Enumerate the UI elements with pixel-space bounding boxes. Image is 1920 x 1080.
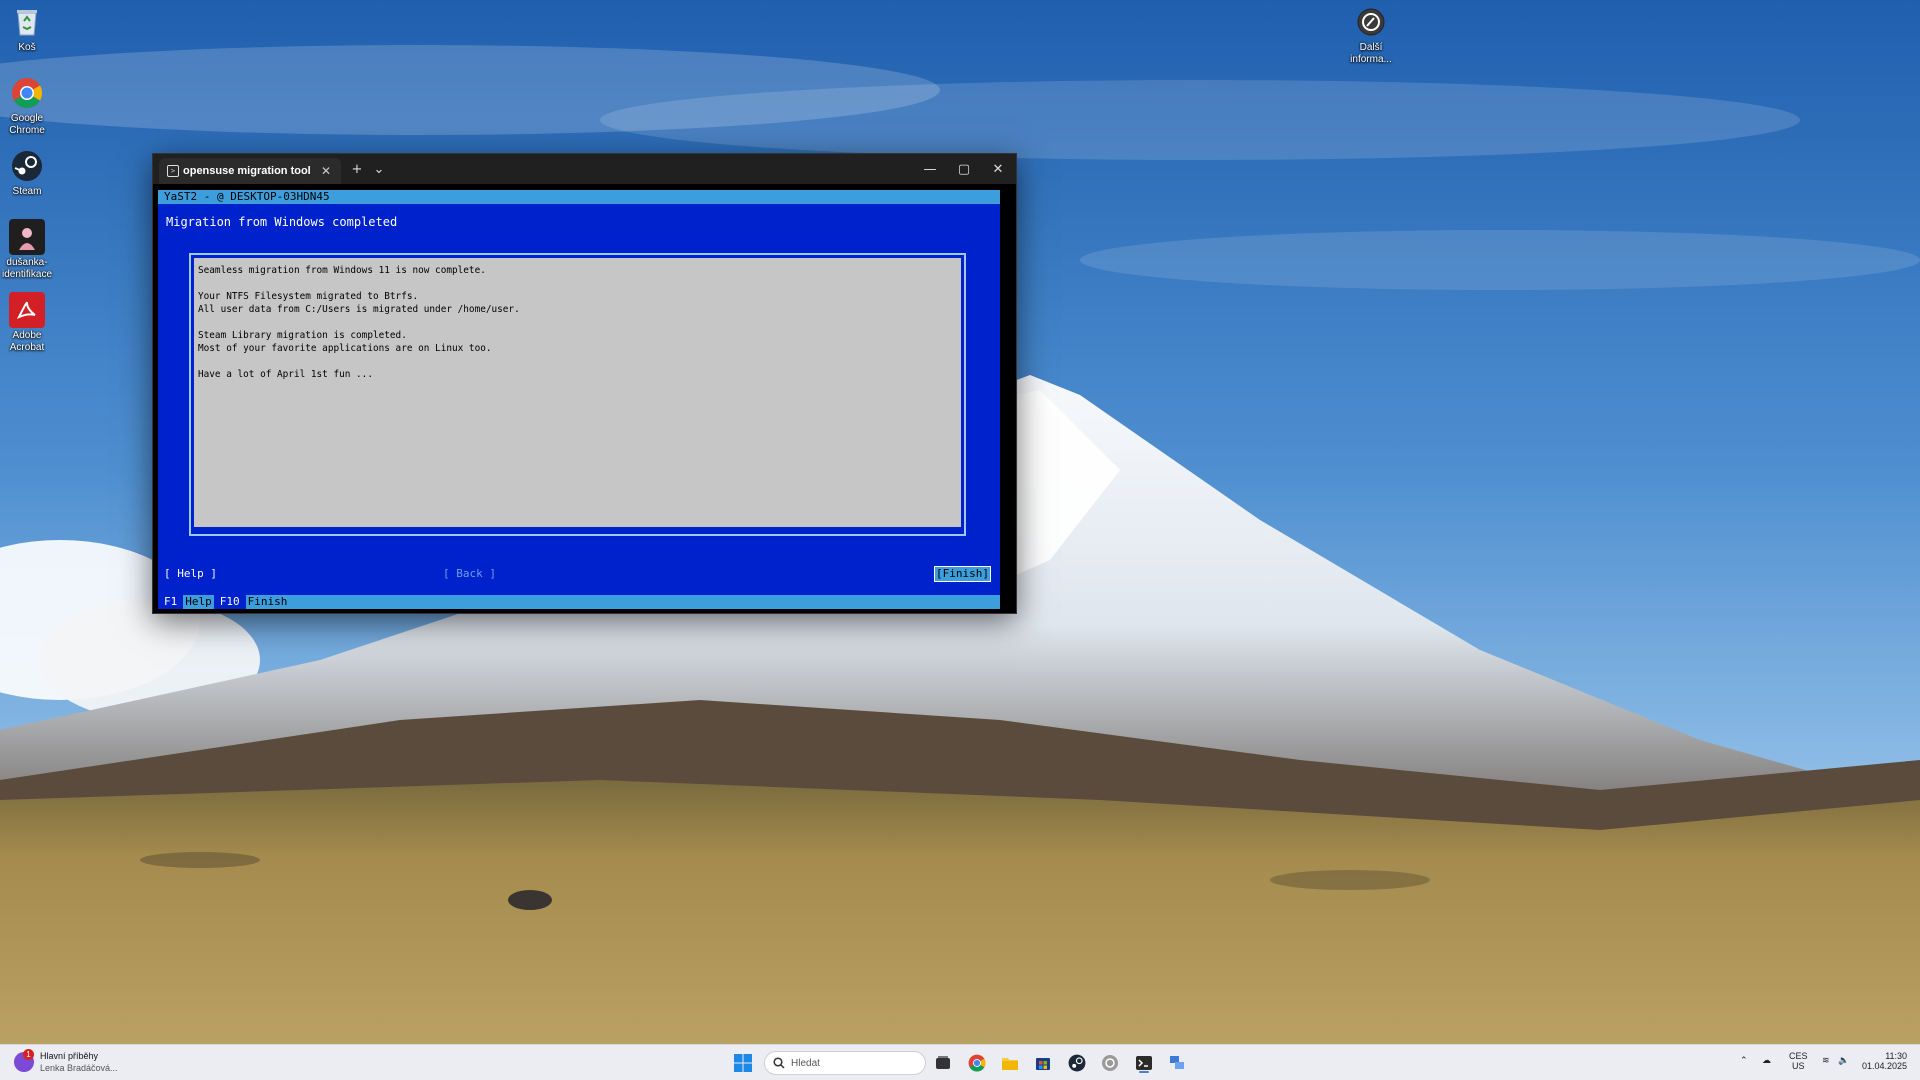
desktop-icon-label: Google Chrome <box>9 113 45 136</box>
desktop-icon-label: Další informa... <box>1350 42 1392 65</box>
terminal-tab[interactable]: > opensuse migration tool ✕ <box>159 158 341 184</box>
image-file-icon <box>9 219 45 255</box>
finish-button[interactable]: [Finish] <box>934 566 991 582</box>
yast-screen: YaST2 - @ DESKTOP-03HDN45 Migration from… <box>158 190 1000 609</box>
maximize-button[interactable]: ▢ <box>947 154 981 184</box>
windows-icon <box>734 1054 752 1072</box>
folder-icon <box>1002 1058 1018 1070</box>
taskbar-steam[interactable] <box>1065 1051 1089 1075</box>
taskbar-file-explorer[interactable] <box>998 1051 1022 1075</box>
network-tool-icon <box>1170 1056 1184 1069</box>
yast-function-key-bar: F1 Help F10 Finish <box>158 595 1000 609</box>
terminal-icon: > <box>167 165 179 177</box>
minimize-button[interactable]: — <box>913 154 947 184</box>
keyboard-layout-indicator[interactable]: CES US <box>1789 1051 1808 1071</box>
start-button[interactable] <box>731 1051 755 1075</box>
message-line: All user data from C:/Users is migrated … <box>198 304 520 315</box>
news-icon: 1 <box>14 1049 34 1072</box>
message-line: Steam Library migration is completed. <box>198 330 407 341</box>
tab-close-button[interactable]: ✕ <box>319 164 333 178</box>
store-icon <box>1036 1058 1050 1070</box>
taskbar-chrome[interactable] <box>965 1051 989 1075</box>
new-tab-button[interactable]: + <box>347 159 367 179</box>
f10-key[interactable]: F10 <box>213 595 246 609</box>
news-badge: 1 <box>23 1049 34 1060</box>
message-line: Most of your favorite applications are o… <box>198 343 492 354</box>
taskbar-search[interactable]: Hledat <box>764 1051 926 1075</box>
desktop-icon-label: Adobe Acrobat <box>9 330 45 353</box>
taskbar-store[interactable] <box>1031 1051 1055 1075</box>
wifi-icon[interactable]: ≋ <box>1822 1055 1830 1065</box>
taskbar: 1 Hlavní příběhy Lenka Bradáčová... Hled… <box>0 1044 1920 1080</box>
message-line: Have a lot of April 1st fun ... <box>198 369 373 380</box>
desktop-icon-more-info[interactable]: Další informa... <box>1339 4 1403 66</box>
steam-icon <box>9 148 45 184</box>
onedrive-icon[interactable]: ☁ <box>1762 1055 1771 1065</box>
yast-message-text: Seamless migration from Windows 11 is no… <box>194 258 961 531</box>
news-widget[interactable]: 1 Hlavní příběhy Lenka Bradáčová... <box>14 1049 118 1074</box>
task-view-icon <box>936 1056 950 1069</box>
search-placeholder: Hledat <box>791 1057 820 1069</box>
recycle-bin-icon <box>9 4 45 40</box>
message-line: Seamless migration from Windows 11 is no… <box>198 265 486 276</box>
chrome-icon <box>9 75 45 111</box>
volume-icon[interactable]: 🔈 <box>1838 1055 1849 1065</box>
message-line <box>198 316 957 329</box>
desktop-icon-document[interactable]: dušanka- identifikace <box>0 219 59 281</box>
desktop-icon-label: dušanka- identifikace <box>1 257 53 280</box>
back-button[interactable]: [ Back ] <box>443 567 496 581</box>
message-line: Your NTFS Filesystem migrated to Btrfs. <box>198 291 419 302</box>
language-label: CES <box>1789 1051 1808 1061</box>
taskbar-task-view[interactable] <box>931 1051 955 1075</box>
desktop-icon-chrome[interactable]: Google Chrome <box>0 75 59 137</box>
f1-key[interactable]: F1 <box>158 595 184 609</box>
info-icon <box>1353 4 1389 40</box>
news-title: Hlavní příběhy <box>40 1051 99 1061</box>
desktop-icon-steam[interactable]: Steam <box>0 148 59 198</box>
help-button[interactable]: [ Help ] <box>164 567 217 581</box>
yast-header: YaST2 - @ DESKTOP-03HDN45 <box>158 190 1000 204</box>
f10-label: Finish <box>247 595 288 608</box>
tray-chevron-icon[interactable]: ⌃ <box>1740 1055 1748 1065</box>
tab-title: opensuse migration tool <box>183 165 311 177</box>
f1-label: Help <box>185 595 212 608</box>
terminal-window[interactable]: > opensuse migration tool ✕ + ⌄ — ▢ ✕ Ya… <box>152 153 1017 614</box>
window-titlebar[interactable]: > opensuse migration tool ✕ + ⌄ — ▢ ✕ <box>153 154 1016 184</box>
steam-icon <box>1068 1054 1086 1072</box>
news-subtitle: Lenka Bradáčová... <box>40 1063 118 1073</box>
tab-dropdown-button[interactable]: ⌄ <box>369 159 389 179</box>
desktop-icon-recycle-bin[interactable]: Koš <box>0 4 59 54</box>
yast-heading: Migration from Windows completed <box>166 215 398 229</box>
acrobat-icon <box>9 292 45 328</box>
clock[interactable]: 11:30 01.04.2025 <box>1862 1051 1907 1071</box>
close-button[interactable]: ✕ <box>981 154 1015 184</box>
taskbar-remote-desktop[interactable] <box>1165 1051 1189 1075</box>
taskbar-app[interactable] <box>1098 1051 1122 1075</box>
desktop-icon-label: Steam <box>12 186 42 197</box>
app-icon <box>1102 1055 1118 1071</box>
search-icon <box>773 1057 785 1069</box>
taskbar-terminal[interactable] <box>1132 1051 1156 1075</box>
desktop-icon-label: Koš <box>18 42 36 53</box>
clock-time: 11:30 <box>1885 1051 1908 1061</box>
clock-date: 01.04.2025 <box>1862 1061 1908 1071</box>
message-line <box>198 355 957 368</box>
terminal-icon <box>1136 1056 1152 1070</box>
layout-label: US <box>1792 1061 1805 1071</box>
yast-message-box: Seamless migration from Windows 11 is no… <box>189 253 966 536</box>
active-indicator <box>1139 1071 1149 1073</box>
message-line <box>198 277 957 290</box>
desktop-icon-acrobat[interactable]: Adobe Acrobat <box>0 292 59 354</box>
chrome-icon <box>968 1054 986 1072</box>
